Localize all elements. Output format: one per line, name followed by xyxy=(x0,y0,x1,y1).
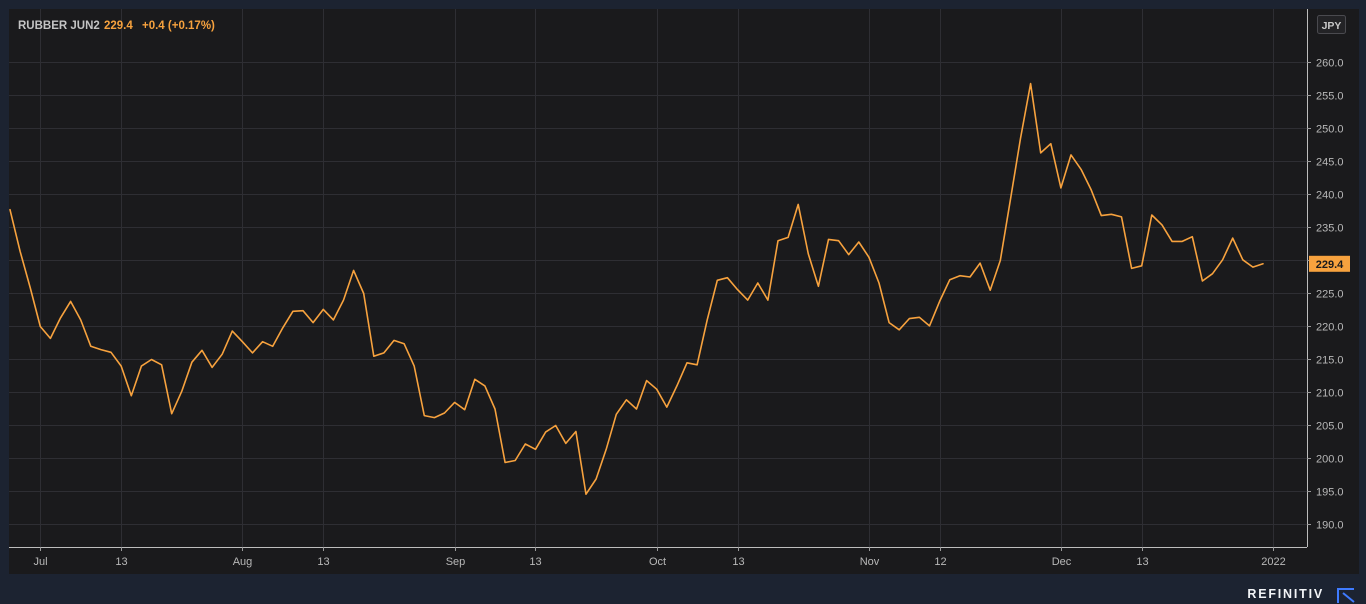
x-tick-label: 13 xyxy=(529,556,541,568)
legend-symbol: RUBBER JUN2 xyxy=(18,20,100,32)
x-tick-label: Aug xyxy=(233,556,253,568)
last-price-label: 229.4 xyxy=(1316,259,1344,271)
y-tick-label: 250.0 xyxy=(1316,124,1344,136)
brand-name: REFINITIV xyxy=(1247,587,1324,601)
x-axis-background xyxy=(9,547,1359,574)
legend: RUBBER JUN2 229.4 +0.4 (+0.17%) xyxy=(18,20,215,32)
x-tick-label: 13 xyxy=(732,556,744,568)
y-tick-label: 255.0 xyxy=(1316,91,1344,103)
x-tick-label: 2022 xyxy=(1261,556,1285,568)
x-tick-label: Sep xyxy=(446,556,466,568)
legend-change: +0.4 (+0.17%) xyxy=(142,20,215,32)
currency-label: JPY xyxy=(1322,20,1342,32)
x-tick-label: 13 xyxy=(317,556,329,568)
currency-badge[interactable]: JPY xyxy=(1317,15,1346,34)
x-tick-label: Oct xyxy=(649,556,666,568)
legend-last-price: 229.4 xyxy=(104,20,133,32)
x-tick-label: 12 xyxy=(934,556,946,568)
x-tick-label: 13 xyxy=(1136,556,1148,568)
y-tick-label: 195.0 xyxy=(1316,487,1344,499)
y-tick-label: 220.0 xyxy=(1316,322,1344,334)
y-tick-label: 200.0 xyxy=(1316,454,1344,466)
y-tick-label: 225.0 xyxy=(1316,289,1344,301)
y-tick-label: 215.0 xyxy=(1316,355,1344,367)
last-price-tag: 229.4 xyxy=(1309,255,1350,272)
chart: 190.0 195.0 200.0 205.0 210.0 215.0 220.0 225.0… xyxy=(9,9,1359,574)
x-tick-label: Dec xyxy=(1052,556,1072,568)
refinitiv-logo-icon xyxy=(1337,588,1355,603)
y-tick-label: 205.0 xyxy=(1316,421,1344,433)
y-tick-label: 245.0 xyxy=(1316,157,1344,169)
x-tick-label: 13 xyxy=(115,556,127,568)
y-tick-label: 210.0 xyxy=(1316,388,1344,400)
x-tick-label: Nov xyxy=(860,556,880,568)
y-tick-label: 190.0 xyxy=(1316,520,1344,532)
y-tick-label: 240.0 xyxy=(1316,190,1344,202)
x-tick-label: Jul xyxy=(33,556,47,568)
y-tick-label: 260.0 xyxy=(1316,58,1344,70)
y-tick-label: 235.0 xyxy=(1316,223,1344,235)
